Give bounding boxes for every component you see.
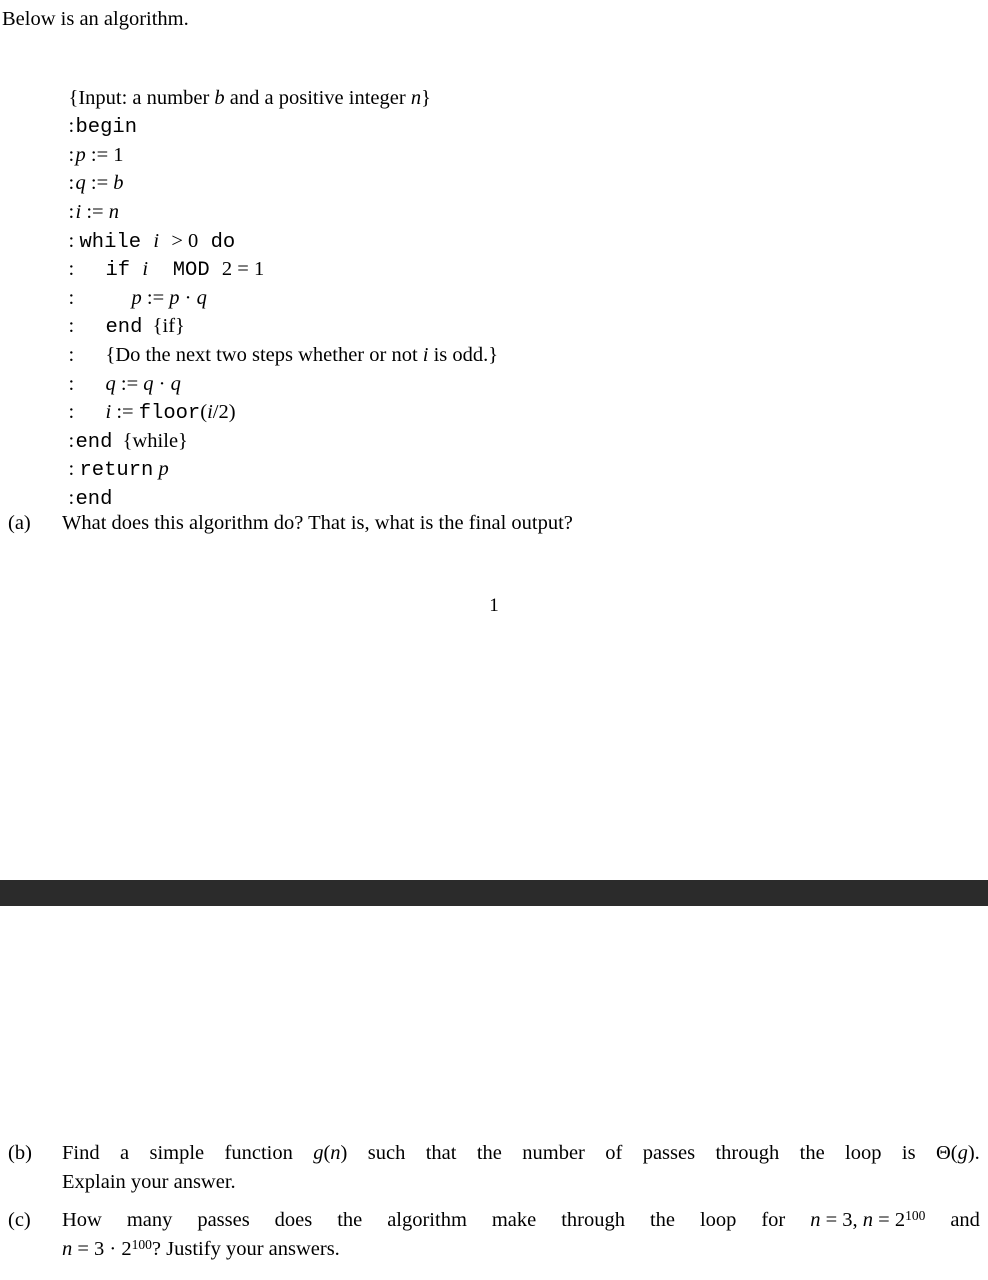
question-c-line-2: n = 3 · 2100? Justify your answers. (62, 1236, 340, 1260)
question-c-label: (c) (8, 1209, 31, 1231)
algorithm-line-assign-q: :q := b (48, 141, 498, 194)
question-a: (a) What does this algorithm do? That is… (8, 509, 573, 538)
question-b-line-1: Find a simple function g(n) such that the number… (62, 1142, 980, 1164)
algorithm-line-assign-p: :p := 1 (48, 112, 498, 166)
separator-band (0, 880, 988, 906)
algorithm-line-assign-i: :i := n (48, 169, 498, 223)
question-a-label: (a) (8, 512, 31, 534)
algorithm-block: {Input: a number b and a positive intege… (48, 55, 499, 511)
algorithm-line-begin: :begin (48, 84, 498, 139)
question-a-body: What does this algorithm do? That is, wh… (62, 509, 573, 538)
algorithm-line-update-q: :q := q · q (48, 341, 498, 395)
algorithm-line-end: :end (48, 455, 498, 511)
algorithm-line-if: : if i MOD 2 = 1 (48, 227, 498, 282)
intro-line: Below is an algorithm. (2, 8, 189, 30)
algorithm-line-while: : while i > 0 do (48, 198, 498, 254)
question-c-line-1: How many passes does the algorithm make through… (62, 1207, 980, 1231)
question-a-line-1: What does this algorithm do? That is, wh… (62, 512, 573, 534)
algorithm-line-comment: : {Do the next two steps whether or not i… (48, 312, 499, 366)
question-b-body: Find a simple function g(n) such that the number… (62, 1139, 980, 1197)
algorithm-line-end-if: : end {if} (48, 284, 498, 339)
algorithm-line-end-while: :end {while} (48, 398, 498, 454)
algorithm-line-update-i: :i := floor(i/2) (48, 370, 498, 425)
question-c-body: How many passes does the algorithm make through… (62, 1206, 980, 1264)
algorithm-line-return: : return p (48, 427, 498, 482)
page-number: 1 (489, 595, 499, 616)
question-c: (c) How many passes does the algorithm make thr… (8, 1206, 980, 1264)
algorithm-line-update-p: :p := p · q (48, 255, 498, 309)
question-b-line-2: Explain your answer. (62, 1171, 236, 1193)
question-b: (b) Find a simple function g(n) such that the nu… (8, 1139, 980, 1197)
question-b-label: (b) (8, 1142, 32, 1164)
algorithm-line-input: {Input: a number b and a positive intege… (48, 55, 498, 109)
